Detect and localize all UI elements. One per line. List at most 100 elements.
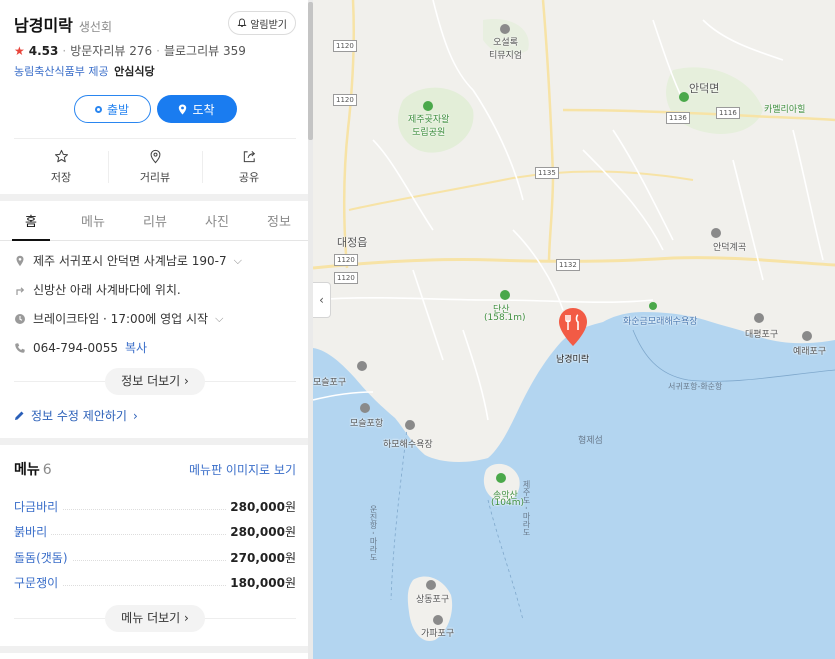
address-row[interactable]: 제주 서귀포시 안덕면 사계남로 190-7 ⌵ [14,246,296,275]
map-label-moseulpo: 모슬포구 [313,378,347,388]
menu-item[interactable]: 돌돔(갯돔) 270,000원 [14,540,296,566]
menu-item-price: 280,000원 [226,497,296,515]
map-label-gotjawal: 제주곶자왈 도립공원 [408,115,450,138]
directions-row: 신방산 아래 사계바다에 위치. [14,275,296,304]
map-label-yerae: 예래포구 [793,347,827,357]
tab-home[interactable]: 홈 [0,201,62,241]
action-bar: 저장 거리뷰 공유 [14,139,296,194]
map-label-hamo: 하모해수욕장 [383,440,433,450]
menu-item-name: 붉바리 [14,523,52,540]
rating-star-icon: ★ [14,43,25,58]
map-label-ferry-unjin: 운진항 - 마라도 [369,505,378,561]
edit-suggestion-label: 정보 수정 제안하기 [31,409,127,423]
map-label-moseulpo-port: 모슬포항 [350,419,384,429]
menu-item-price: 280,000원 [226,523,296,540]
menu-title: 메뉴 6 [14,462,52,478]
road-number: 1120 [334,254,358,266]
arrive-button[interactable]: 도착 [156,95,237,123]
arrive-label: 도착 [192,102,215,117]
map-label-dansan-height: (158.1m) [484,313,526,323]
map-label-osullok: 오설록 티뮤지엄 [489,38,523,61]
direction-arrow-icon [16,286,25,295]
menu-image-link[interactable]: 메뉴판 이미지로 보기 [189,461,296,478]
streetview-button[interactable]: 거리뷰 [108,139,202,194]
menu-item-name: 다금바리 [14,497,63,515]
road-number: 1120 [334,272,358,284]
blog-reviews-link[interactable]: 블로그리뷰 359 [164,42,246,59]
map-label-daepyeong: 대평포구 [745,330,779,340]
alarm-button[interactable]: 알림받기 [228,11,296,35]
phone-number: 064-794-0055 [33,340,119,355]
place-header: 남경미락 생선회 알림받기 ★ 4.53 · 방문자리뷰 276 · 블로그리뷰… [0,0,310,123]
share-label: 공유 [238,170,260,184]
start-button[interactable]: 출발 [73,95,151,123]
visitor-reviews-link[interactable]: 방문자리뷰 276 [70,42,152,59]
edit-suggestion-link[interactable]: 정보 수정 제안하기 › [14,407,296,438]
map-label-daejeong: 대정읍 [337,236,368,249]
tab-photo[interactable]: 사진 [186,201,248,240]
menu-item-price: 180,000원 [226,574,296,591]
provider-row: 농림축산식품부 제공 안심식당 [14,63,296,79]
section-divider [0,646,310,653]
map-label-gapa: 가파포구 [421,629,455,639]
tab-review[interactable]: 리뷰 [124,201,186,240]
start-label: 출발 [106,102,130,117]
road-number: 1135 [535,167,559,179]
map-view[interactable]: 1120 1120 1120 1136 1116 1135 1132 1120 … [313,0,835,659]
streetview-label: 거리뷰 [139,170,171,184]
tab-info[interactable]: 정보 [248,201,310,240]
rating-score: 4.53 [28,43,59,58]
panel-collapse-button[interactable]: ‹ [313,282,331,318]
hours-row[interactable]: 브레이크타임 · 17:00에 영업 시작 ⌵ [14,304,296,333]
menu-item-name: 돌돔(갯돔) [14,548,72,566]
chevron-down-icon: ⌵ [215,311,224,325]
place-name: 남경미락 [14,16,73,35]
tab-bar: 홈 메뉴 리뷰 사진 정보 [0,201,310,241]
pin-icon [179,104,187,114]
star-outline-icon [54,149,68,162]
phone-row: 064-794-0055 복사 [14,333,296,362]
chevron-down-icon: ⌵ [233,253,242,267]
map-label-sangdong: 상동포구 [416,595,450,605]
info-more-button[interactable]: 정보 더보기 › [105,368,205,395]
safe-restaurant-badge: 안심식당 [114,65,155,78]
menu-section: 메뉴 6 메뉴판 이미지로 보기 다금바리 280,000원 붉바리 280,00… [0,445,310,632]
map-label-andeok: 안덕면 [689,82,720,95]
provider-text: 농림축산식품부 제공 [14,65,109,78]
road-number: 1120 [333,94,357,106]
menu-item[interactable]: 다금바리 280,000원 [14,489,296,515]
clock-icon [15,313,25,324]
pencil-icon [15,411,24,420]
directions-text: 신방산 아래 사계바다에 위치. [33,283,181,297]
menu-item-name: 구문쟁이 [14,574,63,591]
chevron-right-icon: › [132,408,138,423]
restaurant-marker-icon[interactable] [557,307,589,347]
menu-item-price: 270,000원 [226,548,296,566]
menu-more-button[interactable]: 메뉴 더보기 › [105,605,205,632]
save-label: 저장 [50,170,72,184]
map-label-songaksan-height: (104m) [491,498,524,508]
chevron-left-icon: ‹ [319,293,324,307]
phone-icon [15,342,25,353]
route-buttons: 출발 도착 [14,95,296,123]
chevron-right-icon: › [184,611,189,625]
marker-label: 남경미락 [556,355,590,365]
map-label-ferry-jeju: 제주도 - 마라도 [522,480,531,536]
map-label-andeokgyegok: 안덕계곡 [713,243,747,253]
road-number: 1120 [333,40,357,52]
rating-row: ★ 4.53 · 방문자리뷰 276 · 블로그리뷰 359 [14,42,246,59]
pin-outline-icon [150,149,160,163]
copy-phone-link[interactable]: 복사 [125,339,147,356]
map-label-camellia: 카멜리아힐 [764,105,806,115]
save-button[interactable]: 저장 [14,139,108,194]
menu-item[interactable]: 구문쟁이 180,000원 [14,566,296,591]
menu-item[interactable]: 붉바리 280,000원 [14,515,296,540]
tab-menu[interactable]: 메뉴 [62,201,124,240]
origin-dot-icon [94,105,102,113]
chevron-right-icon: › [184,374,189,388]
section-divider [0,438,310,445]
road-number: 1132 [556,259,580,271]
alarm-label: 알림받기 [250,19,287,31]
share-button[interactable]: 공유 [202,139,296,194]
place-panel: 남경미락 생선회 알림받기 ★ 4.53 · 방문자리뷰 276 · 블로그리뷰… [0,0,310,659]
